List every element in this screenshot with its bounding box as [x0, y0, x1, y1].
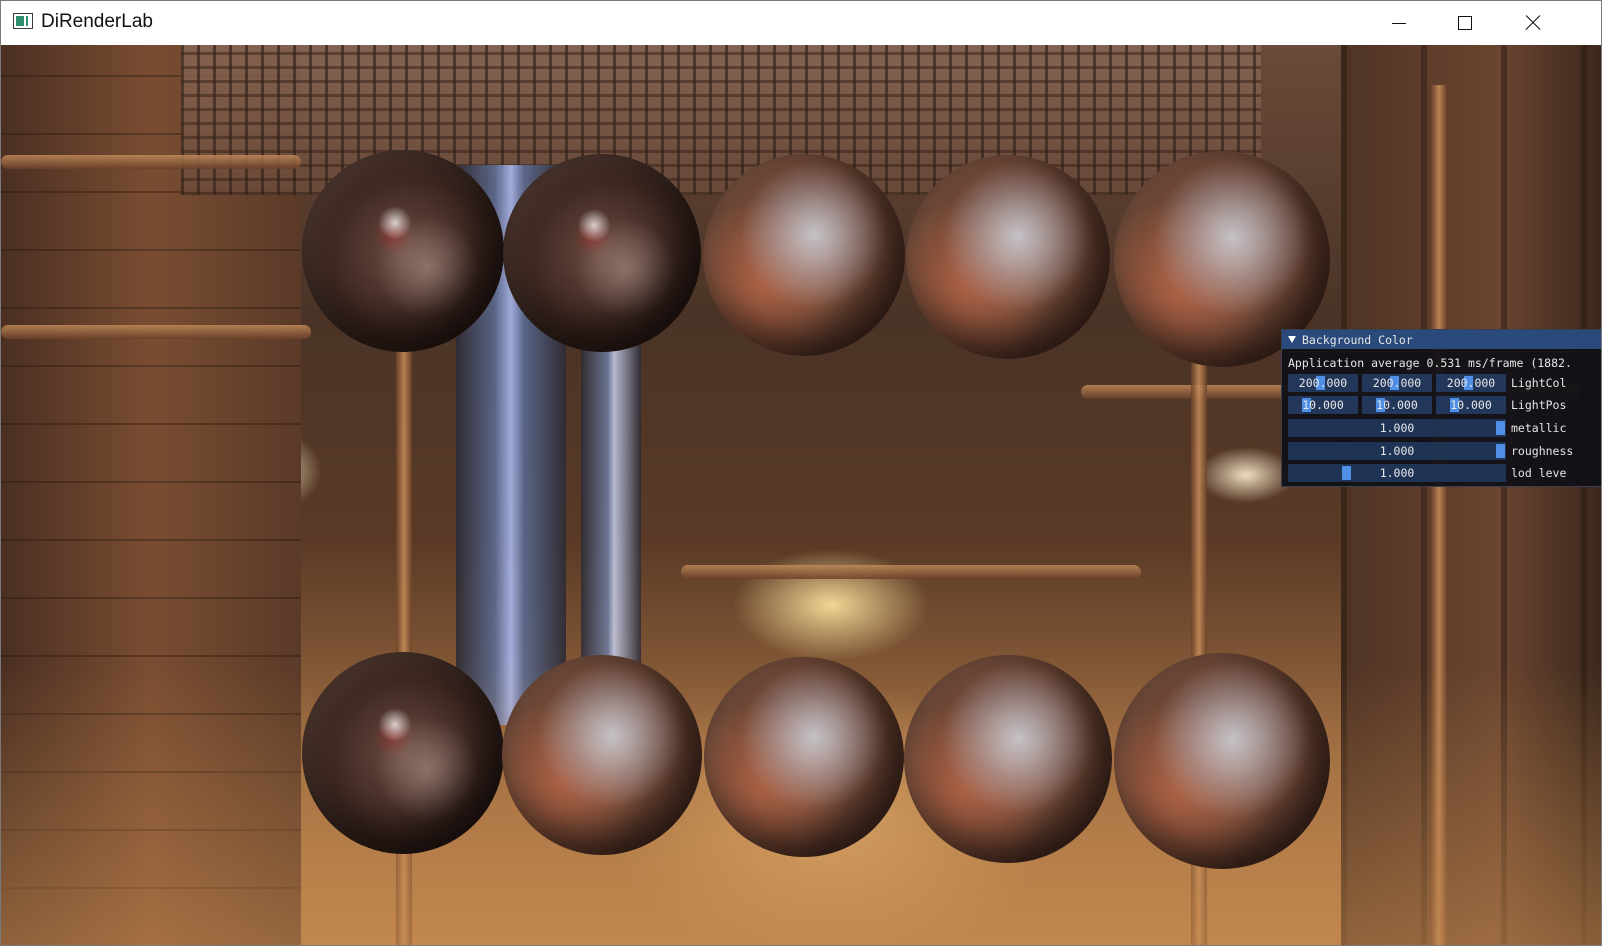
light-color-label: LightCol — [1511, 376, 1567, 390]
pbr-sphere-r1-c3 — [703, 154, 905, 356]
row-light-color: 200.000 200.000 200.000 LightCol — [1288, 374, 1601, 392]
slider-grab[interactable] — [1496, 421, 1505, 435]
pbr-sphere-r2-c4 — [904, 655, 1112, 863]
minimize-icon — [1392, 22, 1406, 24]
close-button[interactable] — [1499, 1, 1567, 45]
title-bar[interactable]: DiRenderLab — [1, 1, 1601, 45]
light-color-r-field[interactable]: 200.000 — [1288, 374, 1358, 392]
background-pipe — [1, 155, 301, 169]
pbr-sphere-r2-c5 — [1114, 653, 1330, 869]
roughness-label: roughness — [1511, 444, 1574, 458]
close-icon — [1525, 15, 1541, 31]
panel-title: Background Color — [1302, 332, 1413, 347]
light-pos-x-field[interactable]: 10.000 — [1288, 396, 1358, 414]
background-pipe — [1, 325, 311, 339]
app-window-icon — [13, 13, 33, 29]
metallic-slider[interactable]: 1.000 — [1288, 419, 1506, 437]
lod-level-label: lod leve — [1511, 466, 1567, 480]
pbr-sphere-r1-c1 — [302, 150, 504, 352]
slider-grab[interactable] — [1496, 444, 1505, 458]
row-metallic: 1.000 metallic — [1288, 419, 1601, 437]
lod-level-slider[interactable]: 1.000 — [1288, 464, 1506, 482]
panel-header[interactable]: Background Color — [1282, 330, 1601, 349]
pbr-sphere-r2-c1 — [302, 652, 504, 854]
pbr-sphere-r2-c2 — [502, 655, 702, 855]
metallic-label: metallic — [1511, 421, 1567, 435]
light-pos-y-field[interactable]: 10.000 — [1362, 396, 1432, 414]
app-window: DiRenderLab Background Color Application… — [0, 0, 1602, 946]
row-roughness: 1.000 roughness — [1288, 442, 1601, 460]
pbr-sphere-r1-c2 — [503, 154, 701, 352]
roughness-slider[interactable]: 1.000 — [1288, 442, 1506, 460]
maximize-icon — [1458, 16, 1472, 30]
background-pipe — [681, 565, 1141, 579]
collapse-triangle-icon[interactable] — [1288, 336, 1296, 343]
imgui-panel-background-color[interactable]: Background Color Application average 0.5… — [1281, 329, 1601, 487]
row-light-pos: 10.000 10.000 10.000 LightPos — [1288, 396, 1601, 414]
light-pos-label: LightPos — [1511, 398, 1567, 412]
minimize-button[interactable] — [1365, 1, 1433, 45]
row-lod-level: 1.000 lod leve — [1288, 464, 1601, 482]
maximize-button[interactable] — [1431, 1, 1499, 45]
light-pos-z-field[interactable]: 10.000 — [1436, 396, 1506, 414]
fps-readout: Application average 0.531 ms/frame (1882… — [1288, 356, 1572, 370]
light-color-b-field[interactable]: 200.000 — [1436, 374, 1506, 392]
render-viewport[interactable] — [1, 45, 1601, 945]
light-color-g-field[interactable]: 200.000 — [1362, 374, 1432, 392]
pbr-sphere-r1-c4 — [906, 155, 1110, 359]
pbr-sphere-r2-c3 — [704, 657, 904, 857]
slider-grab[interactable] — [1342, 466, 1351, 480]
window-title: DiRenderLab — [41, 11, 153, 32]
